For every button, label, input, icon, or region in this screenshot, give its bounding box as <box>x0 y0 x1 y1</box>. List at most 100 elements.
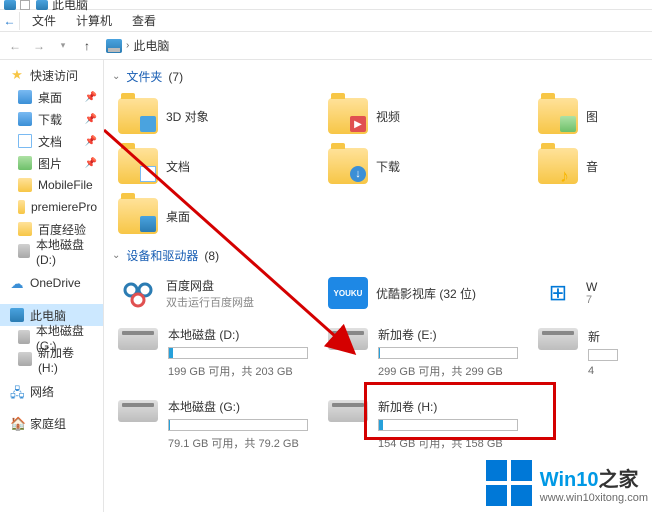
folder-documents[interactable]: 文档 <box>112 141 322 191</box>
watermark-url: www.win10xitong.com <box>540 492 648 504</box>
app-subtitle: 7 <box>586 294 597 306</box>
sidebar: ★ 快速访问 桌面📌 下载 📌 文档 📌 图片📌 MobileFile premie… <box>0 60 104 512</box>
folder-pictures[interactable]: 图 <box>532 91 642 141</box>
cloud-icon: ☁ <box>10 276 24 290</box>
pin-icon: 📌 <box>85 136 97 147</box>
section-title: 设备和驱动器 <box>126 247 198 264</box>
sidebar-label: 文档 <box>38 133 62 150</box>
nav-forward-button: → <box>28 35 50 57</box>
drive-label: 本地磁盘 (D:) <box>168 326 316 343</box>
folder-label: 文档 <box>166 158 190 175</box>
section-count: (7) <box>168 70 183 84</box>
thispc-icon <box>106 39 122 53</box>
folder-3dobjects[interactable]: 3D 对象 <box>112 91 322 141</box>
sidebar-onedrive[interactable]: ☁ OneDrive <box>0 272 103 294</box>
breadcrumb-root[interactable]: 此电脑 <box>133 37 169 54</box>
3d-icon <box>140 116 156 132</box>
menu-view[interactable]: 查看 <box>122 10 166 31</box>
drive-icon <box>18 330 30 344</box>
app-subtitle: 双击运行百度网盘 <box>166 294 254 310</box>
drive-free-text: 199 GB 可用，共 203 GB <box>168 363 316 379</box>
folder-music[interactable]: ♪音 <box>532 141 642 191</box>
drive-d[interactable]: 本地磁盘 (D:) 199 GB 可用，共 203 GB <box>112 316 322 388</box>
drive-icon <box>328 328 368 350</box>
windows-icon: ⊞ <box>538 275 578 311</box>
nav-back-button[interactable]: ← <box>4 35 26 57</box>
music-icon: ♪ <box>560 166 576 182</box>
drive-free-text: 4 <box>588 365 636 377</box>
download-icon <box>18 112 32 126</box>
app-label: 优酷影视库 (32 位) <box>376 285 476 302</box>
section-count: (8) <box>204 249 219 263</box>
drive-label: 本地磁盘 (G:) <box>168 398 316 415</box>
folder-label: 图 <box>586 108 598 125</box>
section-folders-header[interactable]: ⌄ 文件夹 (7) <box>112 66 652 91</box>
folder-label: 下载 <box>376 158 400 175</box>
drive-g[interactable]: 本地磁盘 (G:) 79.1 GB 可用，共 79.2 GB <box>112 388 322 460</box>
folder-icon <box>118 148 158 184</box>
drive-usage-bar <box>378 419 518 431</box>
pin-icon: 📌 <box>85 114 97 125</box>
drive-icon <box>538 328 578 350</box>
star-icon: ★ <box>10 68 24 82</box>
folder-icon: ▶ <box>328 98 368 134</box>
folder-label: 3D 对象 <box>166 108 209 125</box>
drive-h[interactable]: 新加卷 (H:) 154 GB 可用，共 158 GB <box>322 388 532 460</box>
sidebar-item-mobilefile[interactable]: MobileFile <box>0 174 103 196</box>
network-icon: 🖧 <box>10 384 24 398</box>
sidebar-label: 下载 <box>38 111 62 128</box>
folder-icon <box>118 98 158 134</box>
sidebar-item-downloads[interactable]: 下载 📌 <box>0 108 103 130</box>
sidebar-quick-access[interactable]: ★ 快速访问 <box>0 64 103 86</box>
chevron-down-icon: ⌄ <box>112 250 120 261</box>
addressbar: ← → ▾ ↑ › 此电脑 <box>0 32 652 60</box>
sidebar-network[interactable]: 🖧网络 <box>0 380 103 402</box>
sidebar-homegroup[interactable]: 🏠家庭组 <box>0 412 103 434</box>
thispc-icon <box>10 308 24 322</box>
folder-label: 视频 <box>376 108 400 125</box>
folder-icon <box>18 200 25 214</box>
sidebar-label: 本地磁盘 (D:) <box>36 236 97 267</box>
sidebar-item-premierepro[interactable]: premierePro <box>0 196 103 218</box>
sidebar-label: MobileFile <box>38 178 93 192</box>
drive-partial[interactable]: 新 4 <box>532 316 642 388</box>
app-youku[interactable]: YOUKU 优酷影视库 (32 位) <box>322 270 532 316</box>
drive-e[interactable]: 新加卷 (E:) 299 GB 可用，共 299 GB <box>322 316 532 388</box>
drive-free-text: 154 GB 可用，共 158 GB <box>378 435 526 451</box>
folder-videos[interactable]: ▶ 视频 <box>322 91 532 141</box>
back-arrow-icon[interactable]: ← <box>0 12 20 30</box>
document-icon <box>18 134 32 148</box>
app-label: 百度网盘 <box>166 277 254 294</box>
breadcrumb[interactable]: › 此电脑 <box>100 35 175 56</box>
drive-icon <box>118 328 158 350</box>
sidebar-item-drive-d[interactable]: 本地磁盘 (D:) <box>0 240 103 262</box>
folder-label: 音 <box>586 158 598 175</box>
menu-file[interactable]: 文件 <box>22 10 66 31</box>
drive-usage-bar <box>168 347 308 359</box>
baidu-icon <box>118 275 158 311</box>
app-wps[interactable]: ⊞ W7 <box>532 270 642 316</box>
sidebar-label: 图片 <box>38 155 62 172</box>
app-baidupan[interactable]: 百度网盘双击运行百度网盘 <box>112 270 322 316</box>
menubar: ← 文件 计算机 查看 <box>0 10 652 32</box>
folder-desktop[interactable]: 桌面 <box>112 191 322 241</box>
sidebar-item-pictures[interactable]: 图片📌 <box>0 152 103 174</box>
folder-icon <box>118 198 158 234</box>
sidebar-label: OneDrive <box>30 276 81 290</box>
nav-recent-button[interactable]: ▾ <box>52 35 74 57</box>
windows-logo-icon <box>486 460 532 506</box>
nav-up-button[interactable]: ↑ <box>76 35 98 57</box>
chevron-right-icon: › <box>126 40 129 51</box>
app-label: W <box>586 280 597 294</box>
folder-downloads[interactable]: ↓下载 <box>322 141 532 191</box>
sidebar-item-documents[interactable]: 文档 📌 <box>0 130 103 152</box>
sidebar-item-drive-h[interactable]: 新加卷 (H:) <box>0 348 103 370</box>
folder-icon <box>538 98 578 134</box>
section-drives-header[interactable]: ⌄ 设备和驱动器 (8) <box>112 245 652 270</box>
menu-computer[interactable]: 计算机 <box>66 10 122 31</box>
drive-icon <box>118 400 158 422</box>
document-icon <box>140 166 156 182</box>
drive-usage-bar <box>168 419 308 431</box>
sidebar-item-desktop[interactable]: 桌面📌 <box>0 86 103 108</box>
drive-free-text: 299 GB 可用，共 299 GB <box>378 363 526 379</box>
